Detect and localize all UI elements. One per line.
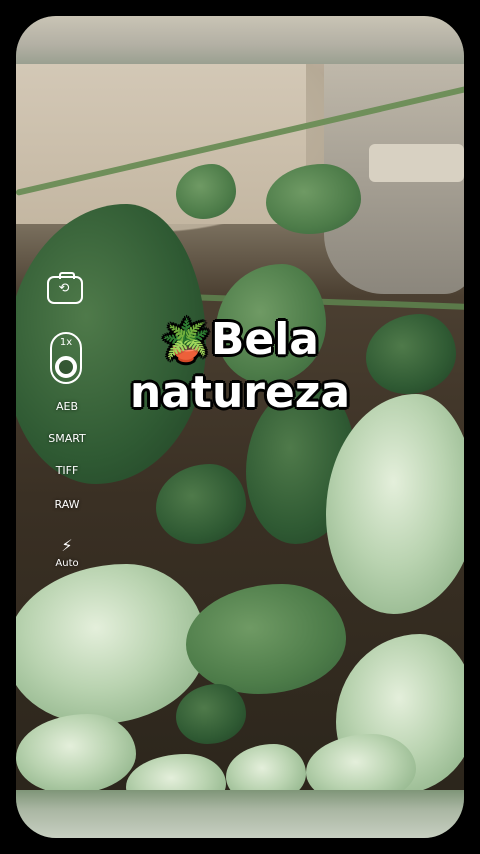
potted-plant-icon: 🪴 <box>161 318 211 364</box>
mode-tiff-button[interactable]: TIFF <box>34 464 100 477</box>
leaf <box>16 564 206 724</box>
pot-rim <box>369 144 464 182</box>
camera-flip-icon[interactable]: ⟲ <box>47 272 83 304</box>
caption-line-1: 🪴Bela <box>60 314 420 367</box>
leaf <box>16 714 136 790</box>
caption-word-1: Bela <box>210 314 319 365</box>
caption-overlay: 🪴Bela natureza <box>60 314 420 419</box>
leaf <box>226 744 306 790</box>
bottom-bar <box>16 790 464 838</box>
caption-line-2: natureza <box>129 367 351 418</box>
leaf <box>176 684 246 744</box>
background-wall <box>16 64 306 224</box>
leaf <box>186 584 346 694</box>
viewfinder-scene <box>16 64 464 790</box>
flash-mode-label[interactable]: Auto <box>34 558 100 569</box>
camera-viewfinder <box>16 16 464 838</box>
mode-smart-button[interactable]: SMART <box>34 432 100 445</box>
leaf <box>306 734 416 790</box>
leaf <box>126 754 226 790</box>
lightning-icon[interactable]: ⚡ <box>34 536 100 555</box>
mode-raw-button[interactable]: RAW <box>34 498 100 511</box>
flip-arrows-icon: ⟲ <box>58 281 70 296</box>
leaf <box>156 464 246 544</box>
top-bar <box>16 16 464 64</box>
